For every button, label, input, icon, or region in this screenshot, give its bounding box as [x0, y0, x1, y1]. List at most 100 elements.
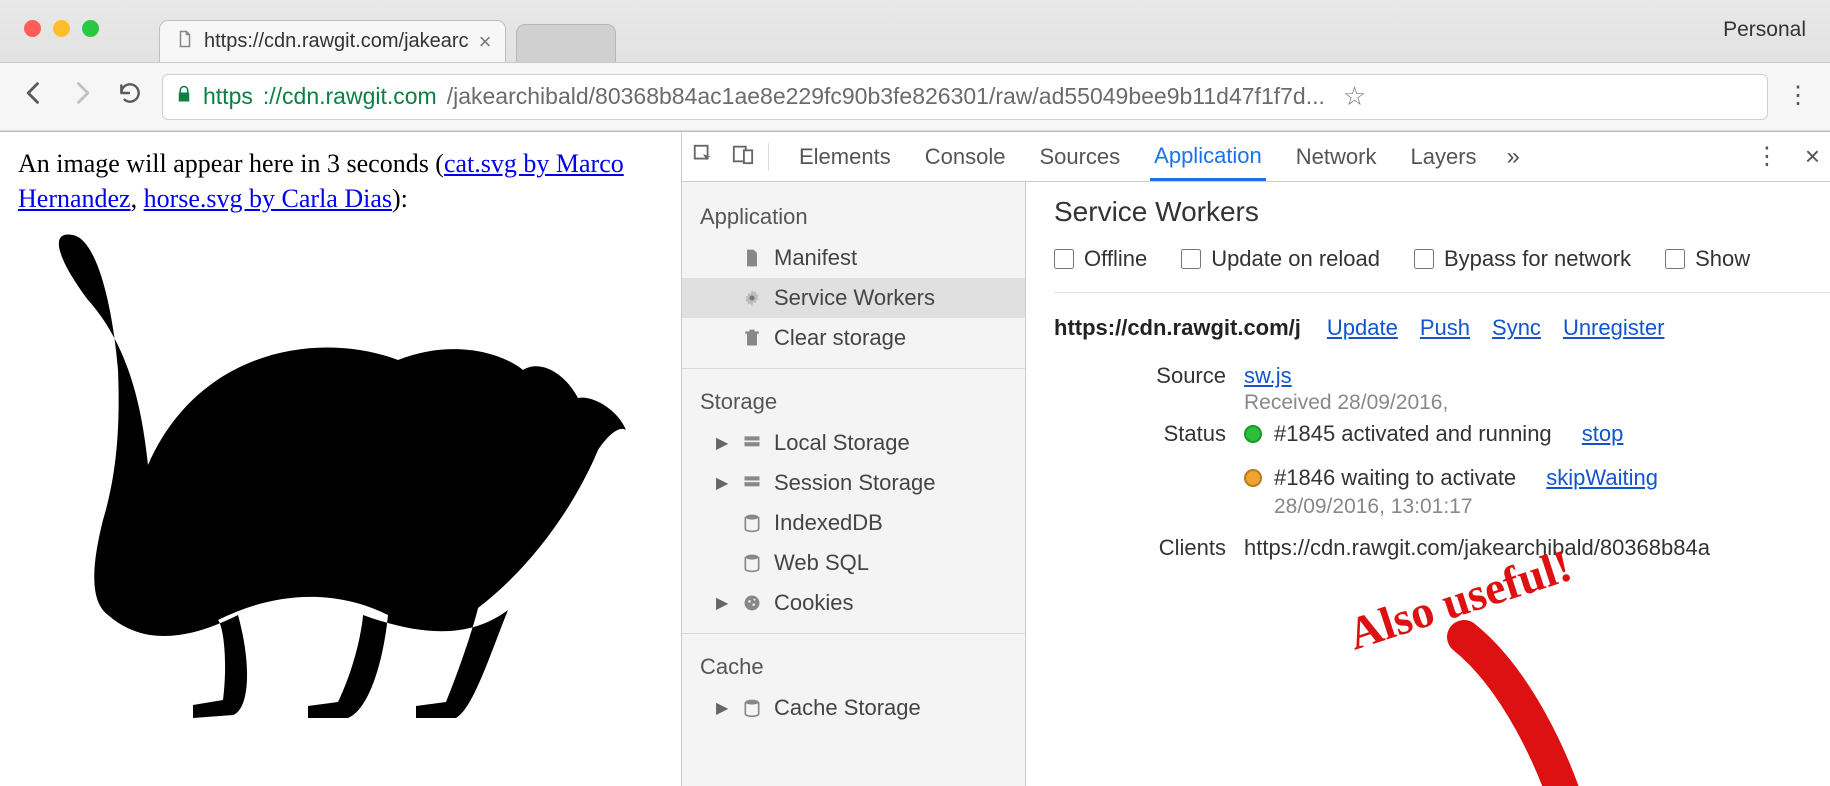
omnibox[interactable]: https://cdn.rawgit.com/jakearchibald/803…: [162, 74, 1768, 120]
window-minimize-button[interactable]: [53, 20, 70, 37]
chrome-menu-button[interactable]: ⋮: [1784, 89, 1812, 103]
sidebar-group-storage: Storage: [682, 379, 1025, 423]
sidebar-item-clear-storage[interactable]: Clear storage: [682, 318, 1025, 358]
sw-status-row: Status #1845 activated and running stop …: [1054, 421, 1830, 519]
url-scheme: https: [203, 83, 253, 110]
browser-tab[interactable]: https://cdn.rawgit.com/jakearc ×: [159, 20, 506, 62]
sw-action-sync[interactable]: Sync: [1492, 315, 1541, 341]
devtools-icon-group: [692, 143, 769, 171]
checkbox-show-all[interactable]: Show: [1665, 246, 1750, 272]
sidebar-item-label: Session Storage: [774, 470, 935, 496]
checkbox-bypass-network[interactable]: Bypass for network: [1414, 246, 1631, 272]
sw-origin-row: https://cdn.rawgit.com/j Update Push Syn…: [1054, 315, 1830, 341]
annotation-arrow-icon: [1424, 617, 1644, 786]
back-button[interactable]: [18, 79, 50, 114]
sw-status-label: Status: [1054, 421, 1244, 447]
sidebar-item-session-storage[interactable]: ▶ Session Storage: [682, 463, 1025, 503]
sw-origin-actions: Update Push Sync Unregister: [1327, 315, 1665, 341]
devtools: Elements Console Sources Application Net…: [682, 132, 1830, 786]
sw-status-waiting-timestamp: 28/09/2016, 13:01:17: [1244, 495, 1830, 519]
devtools-tab-overflow[interactable]: »: [1507, 143, 1520, 171]
sw-status-activated-text: #1845 activated and running: [1274, 421, 1552, 447]
window-maximize-button[interactable]: [82, 20, 99, 37]
cookie-icon: [742, 593, 762, 613]
sidebar-item-cache-storage[interactable]: ▶ Cache Storage: [682, 688, 1025, 728]
devtools-tab-layers[interactable]: Layers: [1406, 134, 1480, 180]
new-tab-button[interactable]: [516, 24, 616, 62]
document-icon: [742, 248, 762, 268]
inspect-element-icon[interactable]: [692, 143, 714, 171]
sw-source-link[interactable]: sw.js: [1244, 363, 1292, 388]
sw-skipwaiting-link[interactable]: skipWaiting: [1546, 465, 1658, 491]
checkbox-label: Offline: [1084, 246, 1147, 272]
database-icon: [742, 553, 762, 573]
devtools-menu-button[interactable]: ⋮: [1755, 142, 1779, 171]
cat-image: [18, 220, 638, 720]
sw-source-label: Source: [1054, 363, 1244, 389]
panel-options: Offline Update on reload Bypass for netw…: [1054, 246, 1830, 293]
checkbox-label: Show: [1695, 246, 1750, 272]
chevron-right-icon: ▶: [716, 593, 730, 613]
page-text-sep: ,: [131, 184, 144, 213]
sw-source-received: Received 28/09/2016,: [1244, 391, 1448, 414]
devtools-tab-console[interactable]: Console: [921, 134, 1010, 180]
devtools-body: Application Manifest Service Workers Cle…: [682, 182, 1830, 786]
sw-stop-link[interactable]: stop: [1582, 421, 1624, 447]
devtools-close-button[interactable]: ×: [1805, 141, 1820, 172]
sidebar-group-application: Application: [682, 194, 1025, 238]
page-text: An image will appear here in 3 seconds (: [18, 149, 444, 178]
lock-icon: [175, 85, 193, 109]
checkbox-offline[interactable]: Offline: [1054, 246, 1147, 272]
nav-toolbar: https://cdn.rawgit.com/jakearchibald/803…: [0, 62, 1830, 130]
devtools-tab-application[interactable]: Application: [1150, 133, 1266, 181]
sidebar-item-label: Service Workers: [774, 285, 935, 311]
chevron-right-icon: ▶: [716, 473, 730, 493]
titlebar: https://cdn.rawgit.com/jakearc × Persona…: [0, 0, 1830, 62]
tab-close-icon[interactable]: ×: [479, 31, 492, 53]
url-host: ://cdn.rawgit.com: [263, 83, 437, 110]
sw-clients-label: Clients: [1054, 535, 1244, 561]
grid-icon: [742, 433, 762, 453]
sw-clients-value: https://cdn.rawgit.com/jakearchibald/803…: [1244, 535, 1830, 561]
chevron-right-icon: ▶: [716, 433, 730, 453]
sidebar-item-manifest[interactable]: Manifest: [682, 238, 1025, 278]
trash-icon: [742, 328, 762, 348]
page-icon: [176, 30, 194, 54]
chevron-right-icon: ▶: [716, 698, 730, 718]
devtools-tab-sources[interactable]: Sources: [1035, 134, 1124, 180]
devtools-tabbar: Elements Console Sources Application Net…: [682, 132, 1830, 182]
sidebar-item-label: Local Storage: [774, 430, 910, 456]
checkbox-label: Bypass for network: [1444, 246, 1631, 272]
devtools-tab-elements[interactable]: Elements: [795, 134, 895, 180]
checkbox-update-on-reload[interactable]: Update on reload: [1181, 246, 1380, 272]
reload-button[interactable]: [114, 80, 146, 113]
sidebar-item-service-workers[interactable]: Service Workers: [682, 278, 1025, 318]
sw-action-update[interactable]: Update: [1327, 315, 1398, 341]
tab-strip: https://cdn.rawgit.com/jakearc ×: [159, 0, 616, 60]
window-close-button[interactable]: [24, 20, 41, 37]
status-dot-green-icon: [1244, 425, 1262, 443]
page-text-tail: ):: [392, 184, 408, 213]
application-sidebar: Application Manifest Service Workers Cle…: [682, 182, 1026, 786]
web-page: An image will appear here in 3 seconds (…: [0, 132, 682, 786]
sw-status-waiting-text: #1846 waiting to activate: [1274, 465, 1516, 491]
gear-icon: [742, 288, 762, 308]
sw-action-unregister[interactable]: Unregister: [1563, 315, 1664, 341]
grid-icon: [742, 473, 762, 493]
tab-title: https://cdn.rawgit.com/jakearc: [204, 30, 469, 53]
bookmark-star-icon[interactable]: ☆: [1343, 81, 1366, 112]
profile-label[interactable]: Personal: [1723, 18, 1806, 42]
sidebar-item-indexeddb[interactable]: IndexedDB: [682, 503, 1025, 543]
device-toolbar-icon[interactable]: [732, 143, 754, 171]
devtools-tab-network[interactable]: Network: [1292, 134, 1381, 180]
forward-button[interactable]: [66, 79, 98, 114]
sw-status-waiting: #1846 waiting to activate skipWaiting: [1244, 465, 1830, 491]
link-horse-svg[interactable]: horse.svg by Carla Dias: [144, 184, 392, 213]
sidebar-item-label: Cache Storage: [774, 695, 921, 721]
sw-action-push[interactable]: Push: [1420, 315, 1470, 341]
sidebar-item-websql[interactable]: Web SQL: [682, 543, 1025, 583]
sidebar-item-local-storage[interactable]: ▶ Local Storage: [682, 423, 1025, 463]
service-workers-panel: Service Workers Offline Update on reload…: [1026, 182, 1830, 786]
sidebar-item-label: Clear storage: [774, 325, 906, 351]
sidebar-item-cookies[interactable]: ▶ Cookies: [682, 583, 1025, 623]
